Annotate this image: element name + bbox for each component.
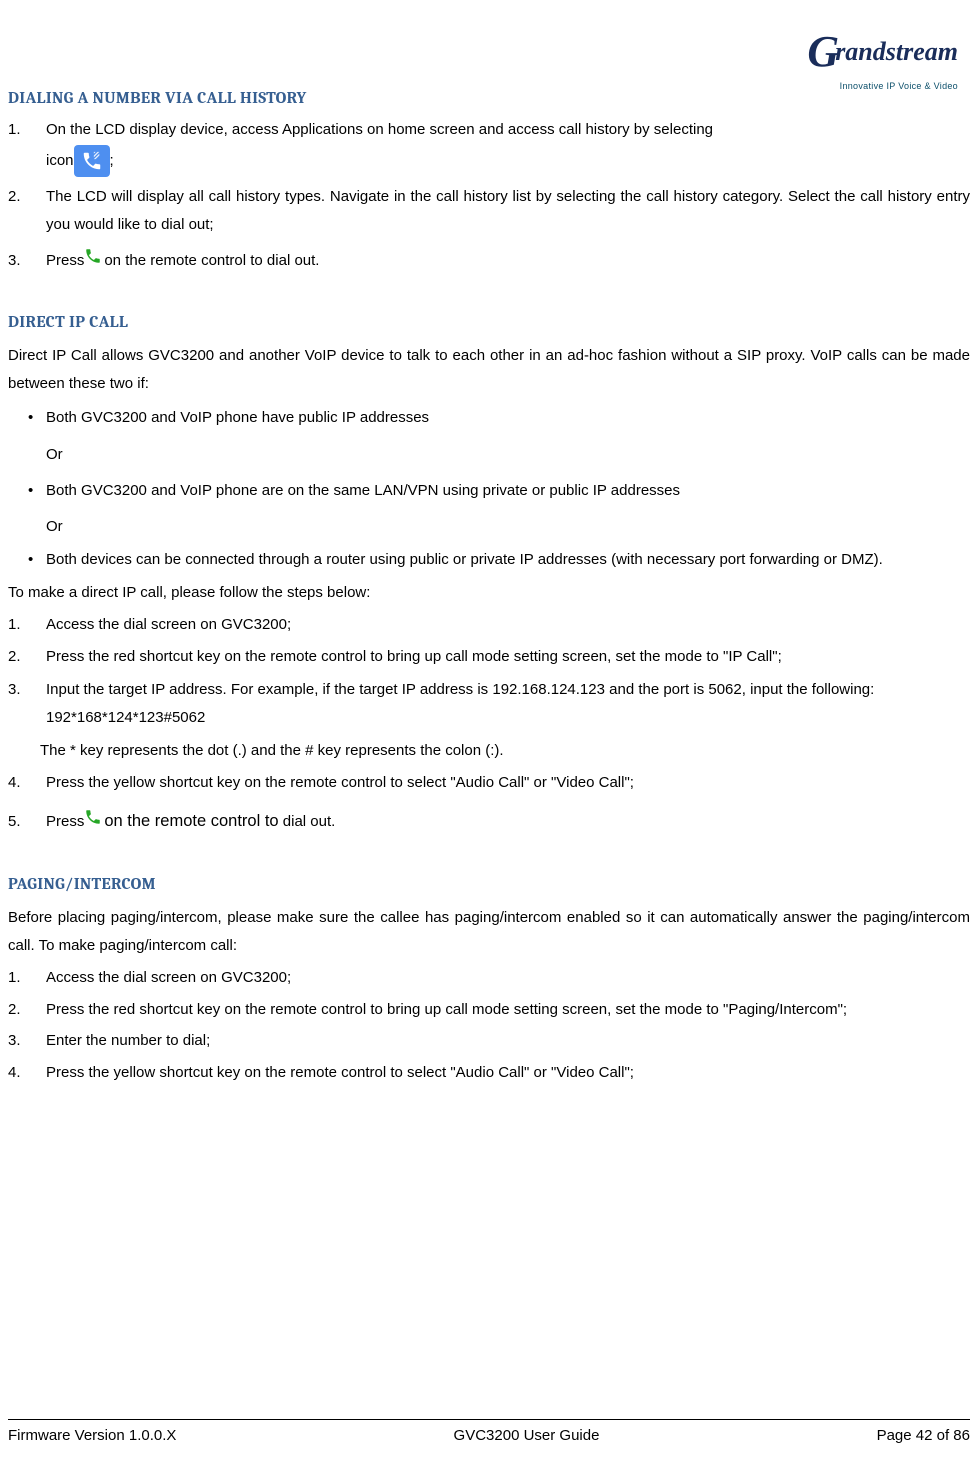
note-line: The * key represents the dot (.) and the… (8, 737, 970, 766)
list-ip-call-steps: 1.Access the dial screen on GVC3200; 2.P… (8, 611, 970, 733)
list-item: 2.Press the red shortcut key on the remo… (8, 996, 970, 1024)
list-dialing-steps: 1.On the LCD display device, access Appl… (8, 118, 970, 278)
step-text: Access the dial screen on GVC3200; (46, 616, 291, 633)
bullet-list: Both GVC3200 and VoIP phone are on the s… (8, 474, 970, 509)
list-item: 5.Presson the remote control to dial out… (8, 802, 970, 842)
heading-direct-ip-call: DIRECT IP CALL (8, 309, 970, 336)
list-item: 2.Press the red shortcut key on the remo… (8, 643, 970, 672)
paragraph: To make a direct IP call, please follow … (8, 579, 970, 607)
paragraph: Direct IP Call allows GVC3200 and anothe… (8, 342, 970, 398)
list-item: 3.Presson the remote control to dial out… (8, 244, 970, 279)
step-text: ; (110, 152, 114, 169)
list-item: 3.Enter the number to dial; (8, 1027, 970, 1055)
footer-title: GVC3200 User Guide (454, 1424, 600, 1449)
bullet-text: Both GVC3200 and VoIP phone have public … (46, 409, 429, 426)
heading-paging-intercom: PAGING/INTERCOM (8, 871, 970, 898)
list-item: 4.Press the yellow shortcut key on the r… (8, 1059, 970, 1087)
step-text: Input the target IP address. For example… (46, 681, 874, 698)
bullet-text: Both devices can be connected through a … (46, 551, 883, 568)
step-text: on the remote control to dial out. (104, 252, 319, 269)
list-item: 1.Access the dial screen on GVC3200; (8, 611, 970, 640)
list-item: Both GVC3200 and VoIP phone have public … (8, 401, 970, 436)
step-text: Enter the number to dial; (46, 1032, 210, 1049)
footer-page-number: Page 42 of 86 (877, 1424, 970, 1449)
step-text: Press the yellow shortcut key on the rem… (46, 774, 634, 791)
step-text: icon (46, 152, 74, 169)
bullet-list: Both GVC3200 and VoIP phone have public … (8, 401, 970, 436)
list-item: Both devices can be connected through a … (8, 546, 970, 575)
list-item: 1.On the LCD display device, access Appl… (8, 118, 970, 179)
footer-firmware: Firmware Version 1.0.0.X (8, 1424, 176, 1449)
dial-icon (84, 244, 104, 279)
list-ip-call-steps-cont: 4.Press the yellow shortcut key on the r… (8, 769, 970, 841)
page-footer: Firmware Version 1.0.0.X GVC3200 User Gu… (8, 1419, 970, 1449)
or-separator: Or (8, 512, 970, 542)
step-text: Press the red shortcut key on the remote… (46, 1001, 847, 1018)
list-paging-steps: 1.Access the dial screen on GVC3200; 2.P… (8, 964, 970, 1087)
step-text: Access the dial screen on GVC3200; (46, 969, 291, 986)
call-history-icon (74, 145, 110, 177)
step-text: Press (46, 813, 84, 830)
list-item: 2.The LCD will display all call history … (8, 183, 970, 240)
list-item: 1.Access the dial screen on GVC3200; (8, 964, 970, 992)
list-item: Both GVC3200 and VoIP phone are on the s… (8, 474, 970, 509)
list-item: 4.Press the yellow shortcut key on the r… (8, 769, 970, 798)
bullet-list: Both devices can be connected through a … (8, 546, 970, 575)
page-content: DIALING A NUMBER VIA CALL HISTORY 1.On t… (8, 15, 970, 1087)
step-text: dial out. (279, 813, 336, 830)
step-text: The LCD will display all call history ty… (46, 188, 970, 234)
step-text: Press the red shortcut key on the remote… (46, 648, 782, 665)
step-text: on the remote control to (104, 812, 278, 830)
or-separator: Or (8, 440, 970, 470)
brand-logo: Grandstream Innovative IP Voice & Video (807, 10, 958, 93)
step-text: Press (46, 252, 84, 269)
bullet-text: Both GVC3200 and VoIP phone are on the s… (46, 482, 680, 499)
step-text: Press the yellow shortcut key on the rem… (46, 1064, 634, 1081)
code-line: 192*168*124*123#5062 (46, 704, 970, 733)
logo-wordmark: Grandstream (807, 10, 958, 83)
paragraph: Before placing paging/intercom, please m… (8, 904, 970, 960)
list-item: 3.Input the target IP address. For examp… (8, 676, 970, 733)
dial-icon (84, 804, 104, 840)
step-text: On the LCD display device, access Applic… (46, 121, 713, 138)
